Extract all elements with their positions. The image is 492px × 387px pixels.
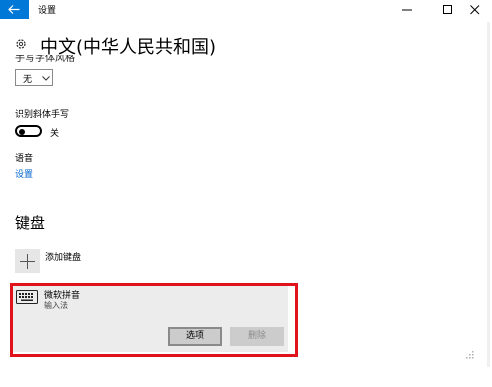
dropdown-value: 无: [23, 75, 33, 85]
back-button[interactable]: [0, 0, 29, 19]
handwriting-style-dropdown[interactable]: 无: [15, 69, 53, 86]
minimize-button[interactable]: [390, 0, 424, 19]
add-keyboard-label[interactable]: 添加键盘: [45, 250, 81, 263]
keyboard-section-title: 键盘: [15, 214, 46, 232]
back-arrow-icon: [8, 5, 20, 14]
toggle-state-label: 关: [50, 129, 60, 139]
minimize-icon: [402, 9, 412, 11]
title-bar: 设置: [0, 0, 492, 19]
chevron-down-icon: [42, 76, 50, 81]
highlight-box: [10, 283, 298, 357]
toggle-knob: [19, 128, 25, 135]
close-icon: [470, 5, 480, 15]
maximize-icon: [443, 5, 452, 14]
scrollbar[interactable]: [487, 22, 490, 367]
resize-grip-icon[interactable]: [464, 351, 474, 361]
italic-handwriting-toggle[interactable]: [15, 125, 42, 137]
italic-handwriting-label: 识别斜体手写: [15, 110, 70, 120]
close-button[interactable]: [458, 0, 492, 19]
speech-settings-link[interactable]: 设置: [15, 167, 33, 180]
gear-icon: [16, 39, 26, 49]
add-keyboard-button[interactable]: [15, 249, 40, 273]
handwriting-style-label: 手写字体风格: [15, 55, 75, 63]
speech-label: 语音: [15, 154, 34, 164]
window-title: 设置: [38, 6, 57, 16]
plus-icon: [20, 254, 35, 269]
